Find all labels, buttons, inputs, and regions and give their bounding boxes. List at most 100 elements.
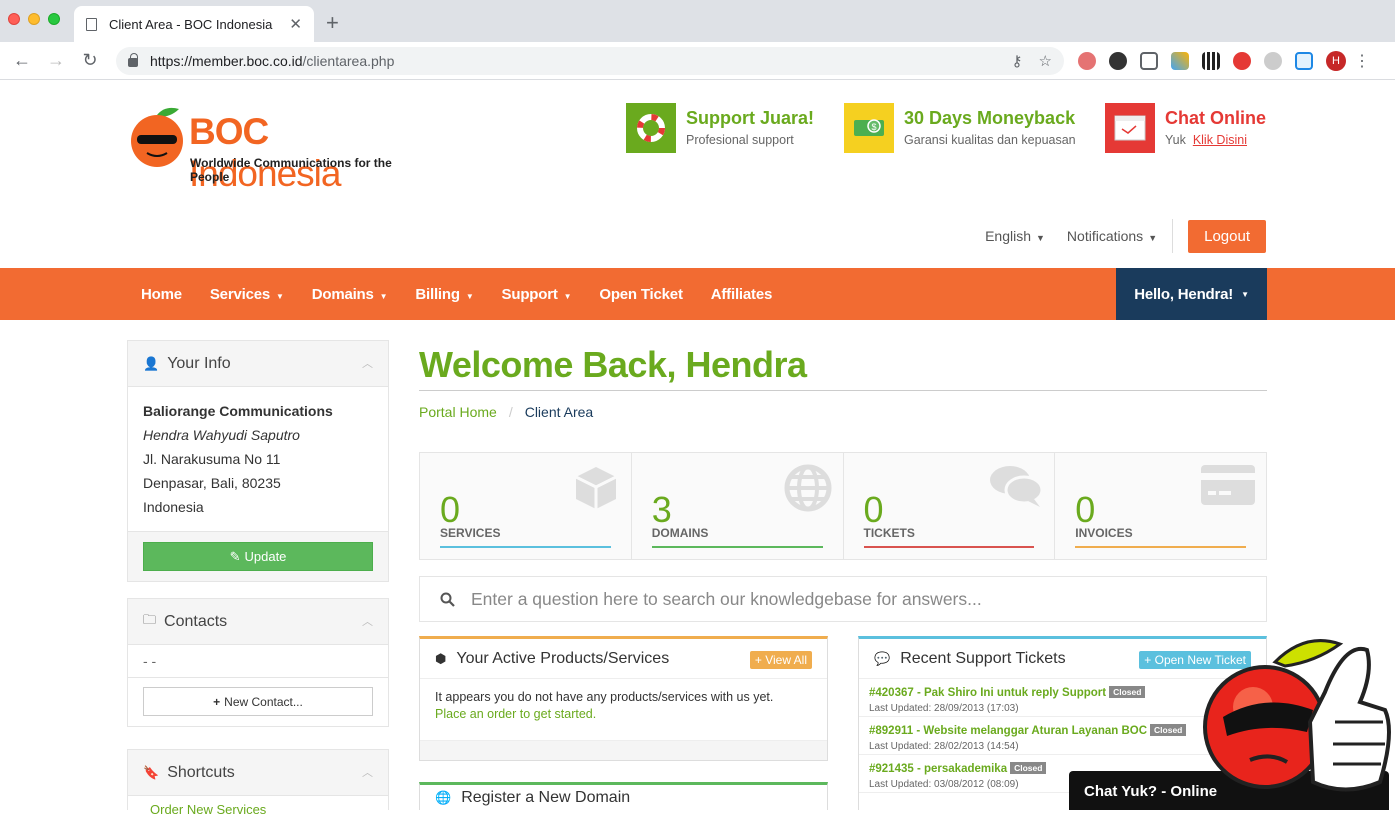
shortcuts-header[interactable]: 🔖 Shortcuts ︿: [128, 750, 388, 796]
nav-billing[interactable]: Billing ▼: [401, 286, 487, 303]
key-icon[interactable]: ⚷: [1012, 52, 1023, 70]
extension-icon-4[interactable]: [1233, 51, 1251, 70]
breadcrumb-portal-home[interactable]: Portal Home: [419, 404, 497, 420]
contacts-footer: + New Contact...: [128, 678, 388, 726]
contacts-title: Contacts: [164, 612, 228, 630]
extension-icon-1[interactable]: [1078, 51, 1096, 70]
minimize-window-button[interactable]: [28, 13, 40, 25]
tile-domains[interactable]: 3 DOMAINS: [631, 453, 844, 559]
register-domain-title: Register a New Domain: [461, 789, 631, 806]
active-products-footer: [420, 740, 827, 760]
promo-support-subtitle: Profesional support: [686, 133, 794, 147]
company-name: Baliorange Communications: [143, 403, 333, 419]
bookmark-icon: 🔖: [143, 764, 160, 780]
search-icon: [440, 592, 455, 607]
tile-invoices[interactable]: 0 INVOICES: [1055, 453, 1266, 559]
star-icon[interactable]: ☆: [1039, 52, 1052, 70]
breadcrumb-separator: /: [508, 404, 513, 420]
credit-card-icon: [1201, 465, 1255, 505]
extensions-bar: H: [1078, 50, 1346, 71]
extension-icon-6[interactable]: [1295, 51, 1313, 70]
cube-icon: [575, 467, 617, 509]
globe-icon: 🌐: [435, 790, 452, 805]
notifications-dropdown[interactable]: Notifications ▼: [1067, 228, 1157, 244]
new-contact-label: New Contact...: [224, 694, 303, 709]
browser-menu-icon[interactable]: ⋮: [1354, 51, 1370, 71]
profile-avatar[interactable]: H: [1326, 50, 1346, 71]
promo-chat[interactable]: Chat Online Yuk Klik Disini: [1105, 103, 1266, 153]
language-dropdown[interactable]: English ▼: [985, 228, 1045, 244]
url-path: /clientarea.php: [302, 52, 395, 69]
qr-code-icon[interactable]: [1202, 51, 1220, 70]
extension-icon-2[interactable]: [1109, 51, 1127, 70]
chevron-up-icon[interactable]: ︿: [362, 355, 373, 371]
extension-icon-5[interactable]: [1264, 51, 1282, 70]
ticket-status-badge: Closed: [1010, 762, 1047, 774]
promo-moneyback-subtitle: Garansi kualitas dan kepuasan: [904, 133, 1076, 147]
nav-open-ticket-label: Open Ticket: [599, 285, 683, 303]
reload-icon[interactable]: ↻: [76, 50, 104, 71]
tile-services[interactable]: 0 SERVICES: [420, 453, 632, 559]
boc-logo[interactable]: BOC Indonesia Worldwide Communications f…: [127, 103, 427, 194]
nav-open-ticket[interactable]: Open Ticket: [585, 286, 696, 303]
title-divider: [419, 390, 1267, 391]
maximize-window-button[interactable]: [48, 13, 60, 25]
invoices-bar: [1075, 546, 1246, 548]
update-button[interactable]: ✎ Update: [143, 542, 373, 571]
new-tab-icon[interactable]: +: [326, 10, 339, 36]
recent-tickets-title: Recent Support Tickets: [900, 649, 1066, 667]
promo-moneyback[interactable]: $ 30 Days Moneyback Garansi kualitas dan…: [844, 103, 1076, 153]
nav-home[interactable]: Home: [127, 286, 196, 303]
nav-domains[interactable]: Domains ▼: [298, 286, 402, 303]
breadcrumb: Portal Home / Client Area: [419, 404, 593, 420]
your-info-header[interactable]: 👤 Your Info ︿: [128, 341, 388, 387]
plus-icon: +: [1144, 653, 1155, 667]
notifications-label: Notifications: [1066, 228, 1144, 244]
chevron-up-icon[interactable]: ︿: [362, 764, 373, 780]
extension-icon-3[interactable]: [1171, 51, 1189, 70]
browser-tab-active[interactable]: Client Area - BOC Indonesia ✕: [74, 6, 314, 42]
forward-icon[interactable]: →: [42, 50, 70, 71]
caret-down-icon: ▼: [1148, 233, 1158, 243]
nav-affiliates[interactable]: Affiliates: [697, 286, 786, 303]
new-contact-button[interactable]: + New Contact...: [143, 687, 373, 716]
knowledgebase-search-input[interactable]: [471, 588, 1246, 610]
globe-icon: [784, 464, 831, 512]
tile-tickets[interactable]: 0 TICKETS: [843, 453, 1056, 559]
contacts-empty: - -: [128, 645, 388, 678]
comments-icon: 💬: [874, 650, 891, 666]
back-icon[interactable]: ←: [8, 50, 36, 71]
svg-text:$: $: [871, 122, 876, 132]
promo-support[interactable]: Support Juara! Profesional support: [626, 103, 814, 153]
money-icon: $: [844, 103, 894, 153]
klik-disini-link[interactable]: Klik Disini: [1193, 133, 1247, 147]
contacts-header[interactable]: 🗀 Contacts ︿: [128, 599, 388, 645]
contacts-panel: 🗀 Contacts ︿ - - + New Contact...: [127, 598, 389, 727]
place-order-link[interactable]: Place an order to get started.: [435, 707, 596, 721]
cast-icon[interactable]: [1140, 51, 1158, 70]
address-country: Indonesia: [143, 499, 204, 515]
divider: [1172, 219, 1174, 253]
domains-label: DOMAINS: [651, 526, 709, 540]
no-products-text: It appears you do not have any products/…: [435, 690, 774, 704]
view-all-button[interactable]: + View All: [749, 651, 812, 669]
address-bar[interactable]: https://member.boc.co.id/clientarea.php …: [116, 46, 1064, 75]
tickets-count: 0: [863, 489, 884, 530]
update-label: Update: [244, 549, 287, 564]
close-tab-icon[interactable]: ✕: [289, 15, 302, 33]
domains-count: 3: [651, 489, 672, 530]
services-label: SERVICES: [440, 526, 501, 540]
user-account-dropdown[interactable]: Hello, Hendra! ▼: [1116, 268, 1267, 320]
nav-services[interactable]: Services ▼: [196, 286, 298, 303]
nav-domains-label: Domains: [311, 285, 374, 303]
close-window-button[interactable]: [8, 13, 20, 25]
url-host: https://member.boc.co.id: [150, 52, 303, 69]
your-info-title: Your Info: [167, 354, 231, 372]
nav-support[interactable]: Support ▼: [488, 286, 586, 303]
your-info-panel: 👤 Your Info ︿ Baliorange Communications …: [127, 340, 389, 582]
caret-down-icon: ▼: [1241, 289, 1249, 299]
logout-button[interactable]: Logout: [1188, 219, 1266, 253]
chevron-up-icon[interactable]: ︿: [362, 613, 373, 629]
caret-down-icon: ▼: [379, 291, 388, 301]
tickets-bar: [863, 546, 1035, 548]
